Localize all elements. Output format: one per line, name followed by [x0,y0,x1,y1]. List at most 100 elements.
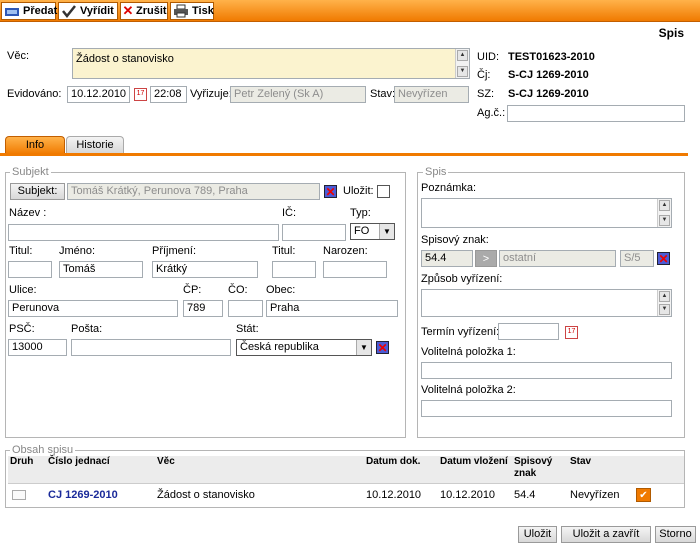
agc-label: Ag.č.: [477,107,506,119]
subjekt-button[interactable]: Subjekt: [10,183,65,200]
sz-label: SZ: [477,88,495,100]
agc-input[interactable] [507,105,685,122]
col-vec[interactable]: Věc [157,456,175,468]
cj-value: S-CJ 1269-2010 [508,69,589,81]
tisk-label: Tisk [192,5,214,17]
row-vec: Žádost o stanovisko [157,489,255,501]
psc-label: PSČ: [9,323,35,335]
vyridit-button[interactable]: Vyřídit [58,2,118,20]
jmeno-input[interactable]: Tomáš [59,261,143,278]
evidovano-label: Evidováno: [7,88,62,100]
scroll-up-icon[interactable]: ▲ [457,50,468,61]
titul2-label: Titul: [272,245,296,257]
volitelna2-label: Volitelná položka 2: [421,384,516,396]
co-label: ČO: [228,284,248,296]
col-datum-dok[interactable]: Datum dok. [366,456,420,468]
vec-label: Věc: [7,50,30,62]
scroll-up-icon[interactable]: ▲ [659,200,670,211]
checkmark-icon [61,4,77,18]
tab-info-label: Info [25,139,45,151]
posta-label: Pošta: [71,323,103,335]
calendar-icon[interactable]: 17 [565,326,578,339]
ulozit-checkbox[interactable] [377,185,390,198]
volitelna1-label: Volitelná položka 1: [421,346,516,358]
uid-value: TEST01623-2010 [508,51,595,63]
tab-historie-label: Historie [76,139,114,151]
cp-input[interactable]: 789 [183,300,223,317]
clear-subjekt-icon[interactable]: ✕ [324,185,337,198]
psc-input[interactable]: 13000 [8,339,67,356]
col-cislo[interactable]: Číslo jednací [48,456,110,468]
termin-input[interactable] [498,323,559,340]
poznamka-textarea[interactable]: ▲ ▼ [421,198,672,228]
nazev-input[interactable] [8,224,279,241]
table-row[interactable]: CJ 1269-2010 Žádost o stanovisko 10.12.2… [8,484,684,506]
tab-historie[interactable]: Historie [66,136,124,154]
stat-value: Česká republika [240,341,319,353]
znak-picker-button[interactable]: > [475,250,497,267]
tab-info[interactable]: Info [5,136,65,154]
spisovy-znak-label: Spisový znak: [421,234,489,246]
chevron-down-icon: ▼ [356,340,371,355]
znak-skart-input: S/5 [620,250,654,267]
page-title: Spis [658,26,684,40]
col-spisovy-znak[interactable]: Spisový znak [514,456,556,480]
calendar-icon[interactable]: 17 [134,88,147,101]
uid-label: UID: [477,51,499,63]
toolbar: Předat Vyřídit ✕ Zrušit Tisk [0,0,700,22]
typ-select[interactable]: FO ▼ [350,223,395,240]
storno-button[interactable]: Storno [655,526,696,543]
scroll-down-icon[interactable]: ▼ [457,66,468,77]
row-spisovy-znak: 54.4 [514,489,536,501]
evidovano-time-input[interactable]: 22:08 [150,86,187,103]
subjekt-legend: Subjekt [10,166,51,178]
scroll-up-icon[interactable]: ▲ [659,291,670,302]
ulice-label: Ulice: [9,284,37,296]
clear-stat-icon[interactable]: ✕ [376,341,389,354]
volitelna2-input[interactable] [421,400,672,417]
cp-label: ČP: [183,284,202,296]
stat-label: Stát: [236,323,259,335]
poznamka-scrollbar[interactable]: ▲ ▼ [657,199,671,227]
zpusob-scrollbar[interactable]: ▲ ▼ [657,290,671,316]
narozen-label: Narozen: [323,245,368,257]
subjekt-input: Tomáš Krátký, Perunova 789, Praha [67,183,320,200]
co-input[interactable] [228,300,263,317]
handover-icon [4,4,20,18]
ic-input[interactable] [282,224,346,241]
col-stav[interactable]: Stav [570,456,591,468]
zpusob-label: Způsob vyřízení: [421,273,503,285]
volitelna1-input[interactable] [421,362,672,379]
ulozit-zavrit-button[interactable]: Uložit a zavřít [561,526,651,543]
vec-scrollbar[interactable]: ▲ ▼ [455,49,469,78]
col-datum-vlozeni[interactable]: Datum vložení [440,456,508,468]
posta-input[interactable] [71,339,231,356]
obec-input[interactable]: Praha [266,300,398,317]
scroll-down-icon[interactable]: ▼ [659,304,670,315]
evidovano-date-input[interactable]: 10.12.2010 [67,86,130,103]
ulice-input[interactable]: Perunova [8,300,178,317]
clear-znak-icon[interactable]: ✕ [657,252,670,265]
row-datum-vlozeni: 10.12.2010 [440,489,496,501]
tisk-button[interactable]: Tisk [170,2,214,20]
vyridit-row-icon[interactable]: ✔ [636,488,651,502]
narozen-input[interactable] [323,261,387,278]
row-cislo-link[interactable]: CJ 1269-2010 [48,489,118,501]
titul2-input[interactable] [272,261,316,278]
scroll-down-icon[interactable]: ▼ [659,215,670,226]
col-druh[interactable]: Druh [10,456,33,468]
predat-button[interactable]: Předat [1,2,57,20]
zpusob-textarea[interactable]: ▲ ▼ [421,289,672,317]
vec-textarea[interactable]: Žádost o stanovisko ▲ ▼ [72,48,470,79]
prijmeni-input[interactable]: Krátký [152,261,258,278]
stat-select[interactable]: Česká republika ▼ [236,339,372,356]
titul-input[interactable] [8,261,52,278]
obsah-legend: Obsah spisu [10,444,76,456]
ulozit-button[interactable]: Uložit [518,526,557,543]
vyrizuje-label: Vyřizuje: [190,88,232,100]
termin-label: Termín vyřízení: [421,326,500,338]
cancel-x-icon: ✕ [122,3,134,18]
titul-label: Titul: [9,245,33,257]
zrusit-button[interactable]: ✕ Zrušit [120,2,168,20]
sz-value: S-CJ 1269-2010 [508,88,589,100]
